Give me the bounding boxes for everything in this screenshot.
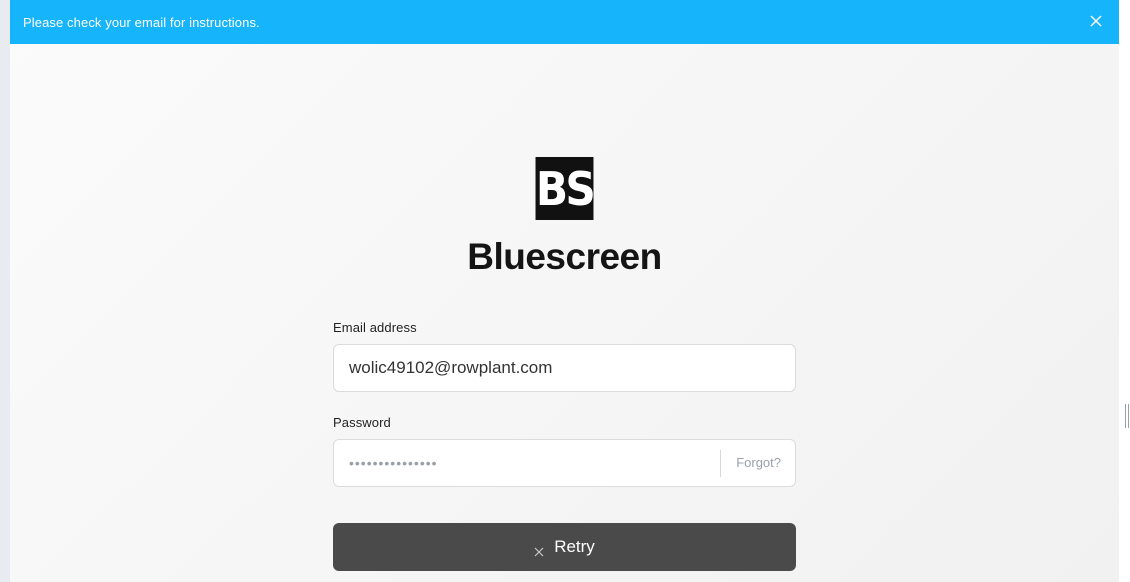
notification-banner: Please check your email for instructions… xyxy=(10,0,1119,44)
notification-message: Please check your email for instructions… xyxy=(23,14,260,30)
retry-button[interactable]: Retry xyxy=(333,523,796,571)
email-field[interactable] xyxy=(334,345,795,391)
close-icon xyxy=(534,542,544,557)
password-label: Password xyxy=(333,415,391,430)
password-field[interactable] xyxy=(334,440,719,486)
retry-label: Retry xyxy=(554,537,595,556)
brand-logo: BS xyxy=(535,157,596,220)
window-edge xyxy=(1119,0,1130,582)
login-page: Please check your email for instructions… xyxy=(10,0,1119,582)
password-field-wrapper: Forgot? xyxy=(333,439,796,487)
email-field-wrapper xyxy=(333,344,796,392)
close-icon[interactable] xyxy=(1089,14,1103,28)
forgot-password-link[interactable]: Forgot? xyxy=(736,440,781,486)
brand-name: Bluescreen xyxy=(467,236,662,277)
email-label: Email address xyxy=(333,320,417,335)
field-divider xyxy=(720,450,721,477)
resize-handle[interactable] xyxy=(1125,404,1129,428)
